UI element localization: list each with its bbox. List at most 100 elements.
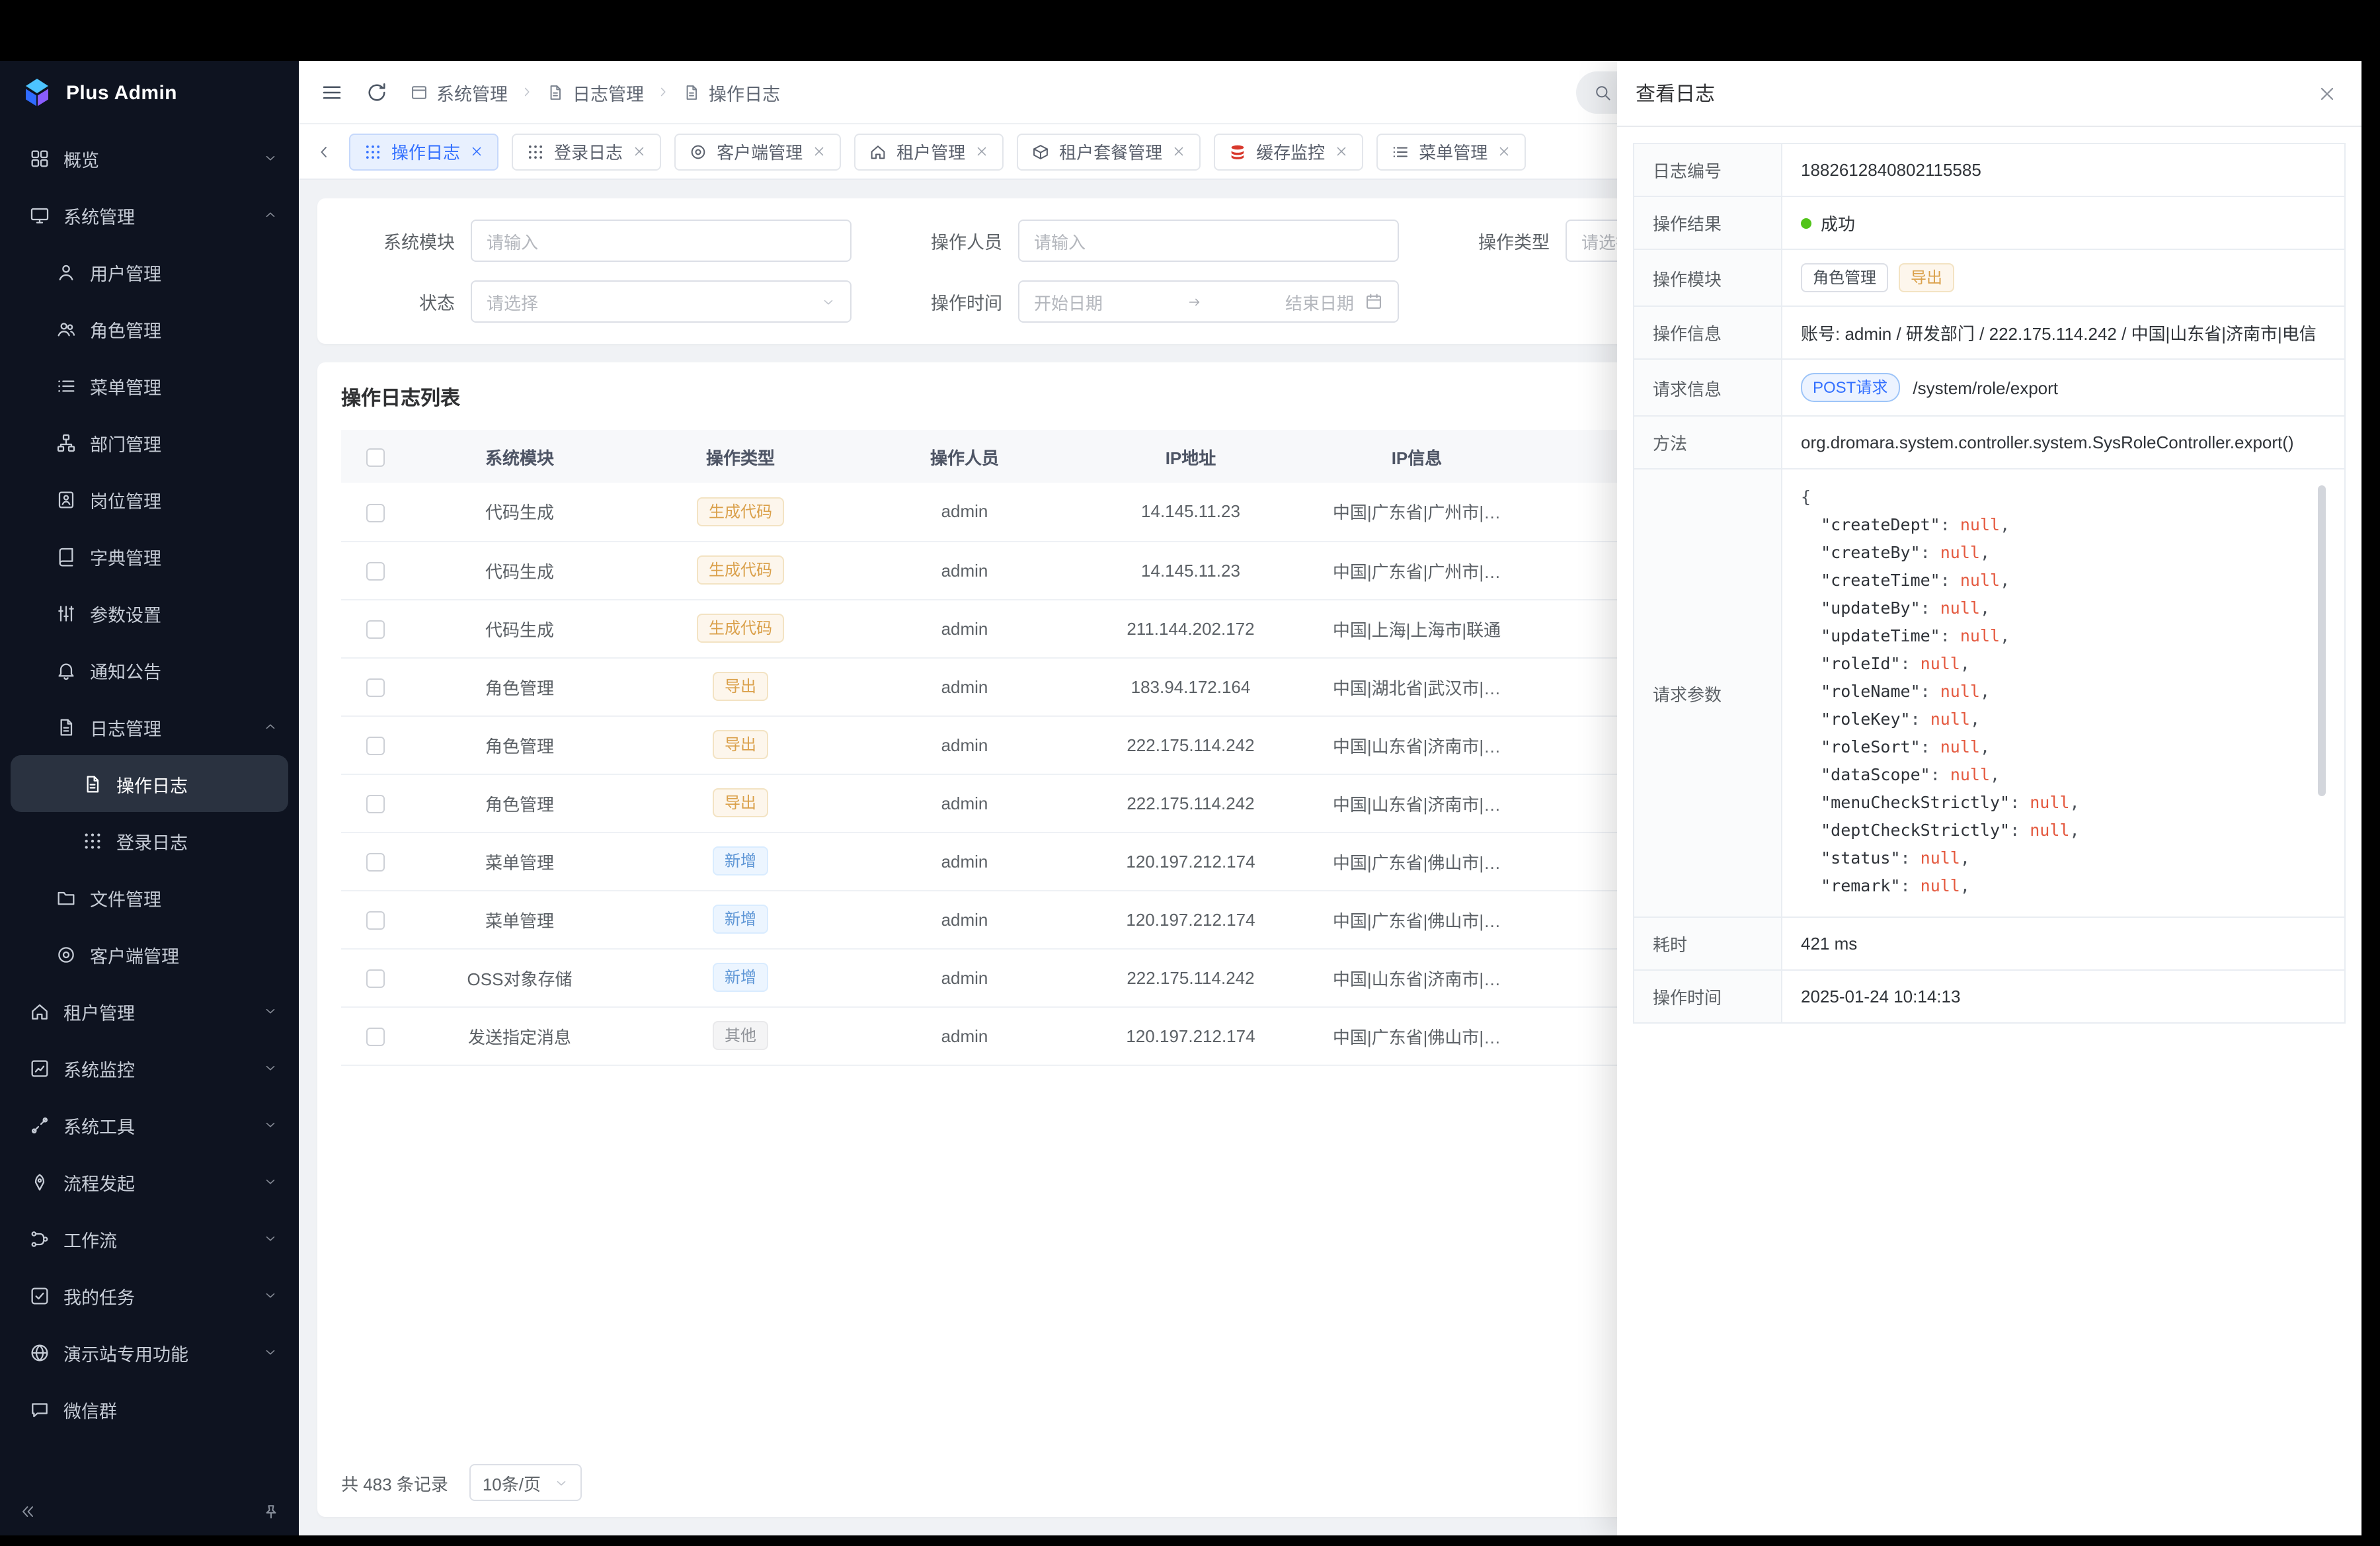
scrollbar-thumb[interactable]: [2318, 485, 2326, 796]
cell-ip: 14.145.11.23: [1078, 541, 1304, 599]
tab[interactable]: 缓存监控: [1214, 133, 1363, 170]
collapse-sidebar-button[interactable]: [19, 1502, 37, 1521]
status-select[interactable]: 请选择: [471, 280, 852, 323]
sidebar-item[interactable]: 系统监控: [0, 1039, 299, 1096]
operator-input[interactable]: 请输入: [1018, 220, 1399, 262]
close-icon[interactable]: [812, 144, 826, 159]
drawer-header: 查看日志: [1617, 61, 2361, 127]
cell-operator: admin: [852, 948, 1078, 1006]
json-key: "deptCheckStrictly": [1801, 820, 2010, 840]
select-all-checkbox[interactable]: [366, 448, 385, 467]
sidebar-item[interactable]: 概览: [0, 130, 299, 186]
view-log-drawer: 查看日志 日志编号1882612840802115585操作结果成功操作模块角色…: [1617, 61, 2361, 1535]
monitor-icon: [29, 204, 50, 225]
sidebar-item[interactable]: 微信群: [0, 1381, 299, 1438]
time-label: 操作时间: [889, 288, 1002, 315]
sidebar-item[interactable]: 日志管理: [0, 698, 299, 755]
close-icon[interactable]: [1497, 144, 1511, 159]
sidebar-item[interactable]: 客户端管理: [0, 926, 299, 983]
row-checkbox[interactable]: [366, 678, 385, 697]
close-icon[interactable]: [1171, 144, 1186, 159]
sidebar-item[interactable]: 我的任务: [0, 1267, 299, 1324]
sidebar-item[interactable]: 流程发起: [0, 1153, 299, 1210]
sidebar-item[interactable]: 系统工具: [0, 1096, 299, 1153]
code-line: "createDept": null,: [1801, 510, 2307, 538]
toggle-sidebar-button[interactable]: [320, 80, 344, 104]
close-icon[interactable]: [974, 144, 989, 159]
tab[interactable]: 租户套餐管理: [1017, 133, 1201, 170]
breadcrumb: 系统管理 日志管理 操作日志: [410, 79, 780, 105]
chevron-up-icon: [263, 719, 278, 734]
module-input[interactable]: 请输入: [471, 220, 852, 262]
close-icon[interactable]: [1334, 144, 1349, 159]
sidebar-item[interactable]: 系统管理: [0, 186, 299, 243]
chevron-right-icon: [656, 85, 670, 99]
code-line: "menuCheckStrictly": null,: [1801, 788, 2307, 816]
sidebar-item[interactable]: 登录日志: [0, 812, 299, 869]
pin-sidebar-button[interactable]: [262, 1502, 280, 1521]
row-checkbox[interactable]: [366, 737, 385, 755]
redis-icon: [1228, 142, 1247, 161]
tabs-scroll-left-button[interactable]: [315, 142, 333, 161]
row-checkbox[interactable]: [366, 969, 385, 988]
tab[interactable]: 租户管理: [854, 133, 1004, 170]
cell-ip: 14.145.11.23: [1078, 483, 1304, 541]
row-checkbox[interactable]: [366, 911, 385, 930]
folder-icon: [56, 887, 77, 908]
dots-grid-icon: [82, 830, 103, 851]
sidebar-item[interactable]: 工作流: [0, 1210, 299, 1267]
sidebar-item[interactable]: 通知公告: [0, 641, 299, 698]
tab[interactable]: 菜单管理: [1376, 133, 1526, 170]
breadcrumb-item[interactable]: 日志管理: [546, 79, 644, 105]
tab[interactable]: 登录日志: [512, 133, 661, 170]
log-detail-table: 日志编号1882612840802115585操作结果成功操作模块角色管理导出操…: [1633, 143, 2346, 1024]
json-value: null: [1940, 598, 1980, 618]
sidebar-item[interactable]: 文件管理: [0, 869, 299, 926]
sidebar-item-label: 系统监控: [63, 1055, 250, 1081]
list-icon: [56, 375, 77, 396]
sidebar-item-label: 参数设置: [90, 600, 278, 626]
page-size-select[interactable]: 10条/页: [469, 1464, 582, 1501]
drawer-close-button[interactable]: [2317, 83, 2338, 104]
sidebar-item[interactable]: 部门管理: [0, 414, 299, 471]
cell-module: 角色管理: [410, 657, 629, 715]
sidebar-item[interactable]: 角色管理: [0, 300, 299, 357]
sidebar-item[interactable]: 操作日志: [11, 755, 288, 812]
close-icon[interactable]: [469, 144, 484, 159]
tab[interactable]: 操作日志: [349, 133, 498, 170]
breadcrumb-label: 系统管理: [436, 79, 508, 105]
sidebar-item[interactable]: 租户管理: [0, 983, 299, 1039]
row-checkbox[interactable]: [366, 795, 385, 813]
module-label: 系统模块: [341, 227, 455, 254]
refresh-button[interactable]: [365, 80, 389, 104]
sidebar-item[interactable]: 参数设置: [0, 585, 299, 641]
tab[interactable]: 客户端管理: [674, 133, 841, 170]
row-checkbox[interactable]: [366, 562, 385, 581]
cell-module: 代码生成: [410, 541, 629, 599]
cell-op-type: 新增: [629, 948, 852, 1006]
breadcrumb-item[interactable]: 系统管理: [410, 79, 508, 105]
sidebar-item-label: 岗位管理: [90, 486, 278, 512]
code-line: "deptCheckStrictly": null,: [1801, 816, 2307, 844]
row-checkbox[interactable]: [366, 853, 385, 872]
sidebar-item[interactable]: 字典管理: [0, 528, 299, 585]
home-icon: [869, 142, 887, 161]
sidebar-item[interactable]: 演示站专用功能: [0, 1324, 299, 1381]
sliders-icon: [56, 602, 77, 624]
row-checkbox[interactable]: [366, 1028, 385, 1046]
field-value: 421 ms: [1782, 917, 2345, 970]
cell-checkbox: [341, 890, 410, 948]
filter-module: 系统模块 请输入: [341, 220, 852, 262]
row-checkbox[interactable]: [366, 620, 385, 639]
field-label: 操作结果: [1634, 196, 1782, 249]
sidebar-item[interactable]: 用户管理: [0, 243, 299, 300]
sidebar-item[interactable]: 菜单管理: [0, 357, 299, 414]
sidebar-item[interactable]: 岗位管理: [0, 471, 299, 528]
close-icon[interactable]: [632, 144, 647, 159]
cell-ip: 120.197.212.174: [1078, 832, 1304, 890]
time-range-picker[interactable]: 开始日期 结束日期: [1018, 280, 1399, 323]
row-checkbox[interactable]: [366, 503, 385, 522]
json-key: "status": [1801, 848, 1901, 868]
breadcrumb-item[interactable]: 操作日志: [682, 79, 780, 105]
tab-label: 缓存监控: [1256, 139, 1325, 164]
